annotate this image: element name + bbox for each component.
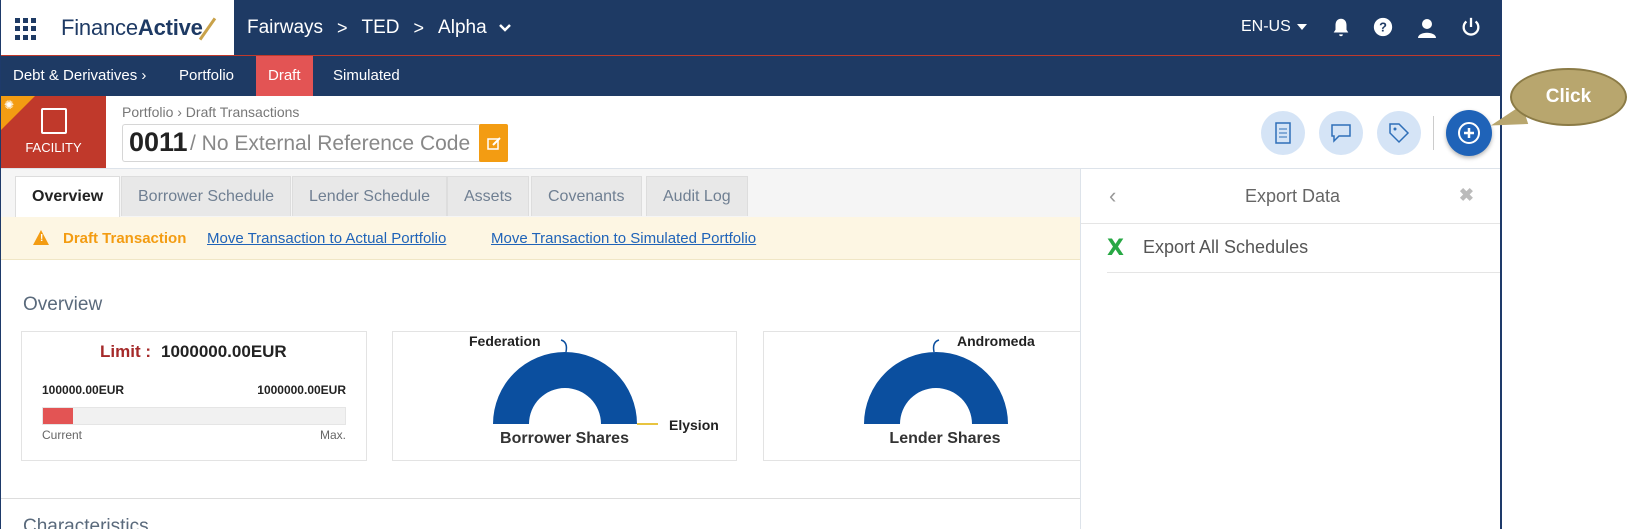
finance-active-logo: FinanceActive xyxy=(61,15,203,40)
document-button[interactable] xyxy=(1261,111,1305,155)
facility-badge: ✺ FACILITY xyxy=(1,96,106,168)
limit-progress-bar xyxy=(42,407,346,425)
header-breadcrumb[interactable]: Portfolio › Draft Transactions xyxy=(122,104,299,120)
move-to-simulated-link[interactable]: Move Transaction to Simulated Portfolio xyxy=(491,230,756,247)
export-all-schedules-label: Export All Schedules xyxy=(1143,237,1309,257)
export-all-schedules-item[interactable]: X Export All Schedules xyxy=(1107,224,1500,273)
tag-icon xyxy=(1389,123,1410,144)
tab-covenants[interactable]: Covenants xyxy=(531,176,642,216)
chevron-down-icon xyxy=(499,24,511,32)
nav-simulated[interactable]: Simulated xyxy=(321,56,412,96)
lender-donut-arc xyxy=(864,352,1008,424)
plus-circle-icon xyxy=(1458,122,1480,144)
app-window: FinanceActive Fairways > TED > Alpha EN-… xyxy=(0,0,1502,529)
breadcrumb-separator: > xyxy=(413,17,425,38)
limit-card: Limit : 1000000.00EUR 100000.00EUR 10000… xyxy=(21,331,367,461)
breadcrumb-separator: > xyxy=(337,17,348,38)
reference-field: 0011 / No External Reference Code xyxy=(122,124,482,162)
borrower-donut-arc xyxy=(493,352,637,424)
nav-debt-derivatives[interactable]: Debt & Derivatives › xyxy=(1,56,158,96)
tab-borrower-schedule[interactable]: Borrower Schedule xyxy=(121,176,292,216)
tab-audit-log[interactable]: Audit Log xyxy=(646,176,748,216)
borrower-shares-caption: Borrower Shares xyxy=(500,430,629,447)
chevron-right-icon: › xyxy=(141,67,147,84)
max-value: 1000000.00EUR xyxy=(257,383,346,397)
bell-icon[interactable] xyxy=(1329,16,1353,40)
top-bar: FinanceActive Fairways > TED > Alpha EN-… xyxy=(1,0,1500,55)
tab-overview[interactable]: Overview xyxy=(15,176,121,218)
borrower-shares-card: Federation Elysion Borrower Shares xyxy=(392,331,737,461)
federation-label: Federation xyxy=(469,333,541,349)
overview-title: Overview xyxy=(23,294,103,315)
panel-header: ‹ Export Data ✖ xyxy=(1081,169,1500,224)
lender-shares-caption: Lender Shares xyxy=(889,430,1001,447)
logo-area: FinanceActive xyxy=(1,0,234,55)
banner-title: Draft Transaction xyxy=(63,230,187,247)
lender-shares-card: Andromeda Lender Shares xyxy=(763,331,1083,461)
move-to-actual-link[interactable]: Move Transaction to Actual Portfolio xyxy=(207,230,446,247)
loading-icon: ✺ xyxy=(4,98,15,112)
characteristics-title: Characteristics xyxy=(23,516,149,529)
add-button[interactable] xyxy=(1446,110,1492,156)
close-icon[interactable]: ✖ xyxy=(1459,185,1474,206)
nav-portfolio[interactable]: Portfolio xyxy=(167,56,246,96)
edit-icon xyxy=(486,137,501,150)
file-text-icon xyxy=(1275,122,1291,144)
breadcrumb: Fairways > TED > Alpha xyxy=(247,17,512,39)
transaction-header: ✺ FACILITY Portfolio › Draft Transaction… xyxy=(1,96,1500,169)
andromeda-label: Andromeda xyxy=(957,333,1035,349)
max-label: Max. xyxy=(319,428,346,442)
export-data-panel: ‹ Export Data ✖ X Export All Schedules xyxy=(1080,169,1500,529)
click-callout: Click xyxy=(1510,68,1627,126)
header-divider xyxy=(1433,116,1434,150)
app-grid-icon[interactable] xyxy=(15,18,37,40)
sub-navigation: Debt & Derivatives › Portfolio Draft Sim… xyxy=(1,55,1500,96)
edit-reference-button[interactable] xyxy=(479,124,508,162)
document-icon xyxy=(41,108,67,134)
comment-icon xyxy=(1331,124,1351,143)
power-icon[interactable] xyxy=(1459,16,1483,40)
transaction-code: 0011 xyxy=(129,127,188,157)
excel-icon: X xyxy=(1107,236,1124,261)
facility-label: FACILITY xyxy=(25,140,82,155)
nav-draft[interactable]: Draft xyxy=(256,56,313,96)
limit-progress-fill xyxy=(43,408,74,424)
help-icon[interactable]: ? xyxy=(1371,16,1395,40)
panel-title: Export Data xyxy=(1244,186,1341,206)
limit-value: 1000000.00EUR xyxy=(161,342,287,361)
current-label: Current xyxy=(42,428,83,442)
limit-label: Limit : xyxy=(100,342,151,361)
tags-button[interactable] xyxy=(1377,111,1421,155)
andromeda-leader-line xyxy=(932,339,940,353)
draft-banner: ! Draft Transaction Move Transaction to … xyxy=(1,217,1081,260)
user-icon[interactable] xyxy=(1415,16,1439,40)
characteristics-section: Characteristics xyxy=(1,498,1081,529)
caret-down-icon xyxy=(1296,23,1307,30)
federation-leader-line xyxy=(560,339,568,353)
comments-button[interactable] xyxy=(1319,111,1363,155)
external-reference: / No External Reference Code xyxy=(190,132,471,155)
svg-text:?: ? xyxy=(1379,20,1387,35)
breadcrumb-ted[interactable]: TED xyxy=(362,17,400,39)
breadcrumb-alpha[interactable]: Alpha xyxy=(438,17,512,39)
current-value: 100000.00EUR xyxy=(42,383,125,397)
tab-bar: Overview Borrower Schedule Lender Schedu… xyxy=(1,169,1081,218)
language-selector[interactable]: EN-US xyxy=(1241,18,1307,36)
tab-lender-schedule[interactable]: Lender Schedule xyxy=(292,176,447,216)
breadcrumb-fairways[interactable]: Fairways xyxy=(247,17,323,39)
tab-assets[interactable]: Assets xyxy=(447,176,530,216)
